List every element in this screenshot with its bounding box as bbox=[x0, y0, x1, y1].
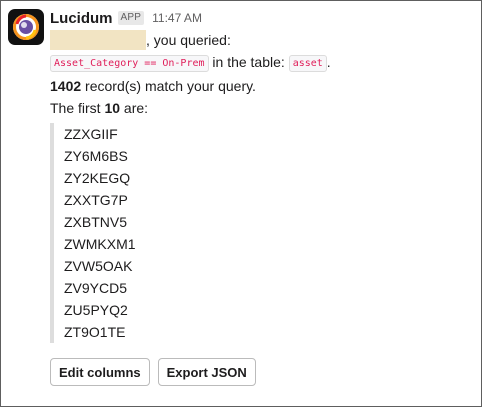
lucidum-logo-icon[interactable] bbox=[8, 9, 44, 45]
record-item: ZT9O1TE bbox=[64, 324, 126, 340]
edit-columns-button[interactable]: Edit columns bbox=[50, 358, 150, 386]
first-suffix: are: bbox=[120, 100, 149, 116]
action-buttons: Edit columns Export JSON bbox=[50, 358, 475, 386]
query-line: Asset_Category == On-Prem in the table: … bbox=[50, 51, 475, 75]
record-item: ZVW5OAK bbox=[64, 258, 133, 274]
message-panel: Lucidum APP 11:47 AM , you queried: Asse… bbox=[0, 0, 482, 407]
record-item: ZV9YCD5 bbox=[64, 280, 128, 296]
record-item: ZXXTG7P bbox=[64, 192, 128, 208]
match-count: 1402 bbox=[50, 78, 82, 94]
table-suffix: . bbox=[326, 54, 331, 70]
first-prefix: The first bbox=[50, 100, 105, 116]
timestamp[interactable]: 11:47 AM bbox=[152, 11, 202, 25]
records-quote: ZZXGIIF ZY6M6BS ZY2KEGQ ZXXTG7P ZXBTNV5 … bbox=[50, 123, 210, 343]
table-code: asset bbox=[288, 55, 327, 72]
record-item: ZZXGIIF bbox=[64, 126, 118, 142]
sender-name[interactable]: Lucidum bbox=[50, 10, 113, 27]
first-count: 10 bbox=[104, 100, 121, 116]
record-item: ZY2KEGQ bbox=[64, 170, 131, 186]
redacted-user-mention bbox=[50, 30, 146, 50]
table-prefix: in the table: bbox=[212, 54, 285, 70]
record-item: ZU5PYQ2 bbox=[64, 302, 128, 318]
match-text: record(s) match your query. bbox=[81, 78, 256, 94]
intro-text: , you queried: bbox=[146, 32, 231, 48]
match-line: 1402 record(s) match your query. bbox=[50, 75, 475, 97]
record-item: ZXBTNV5 bbox=[64, 214, 128, 230]
record-item: ZWMKXM1 bbox=[64, 236, 136, 252]
message-body: Lucidum APP 11:47 AM , you queried: Asse… bbox=[50, 7, 475, 386]
message-header: Lucidum APP 11:47 AM bbox=[50, 7, 475, 29]
app-badge: APP bbox=[117, 11, 145, 25]
record-item: ZY6M6BS bbox=[64, 148, 128, 164]
query-code: Asset_Category == On-Prem bbox=[50, 55, 209, 72]
first-line: The first 10 are: bbox=[50, 97, 475, 119]
query-intro: , you queried: bbox=[50, 29, 475, 51]
export-json-button[interactable]: Export JSON bbox=[157, 358, 256, 386]
